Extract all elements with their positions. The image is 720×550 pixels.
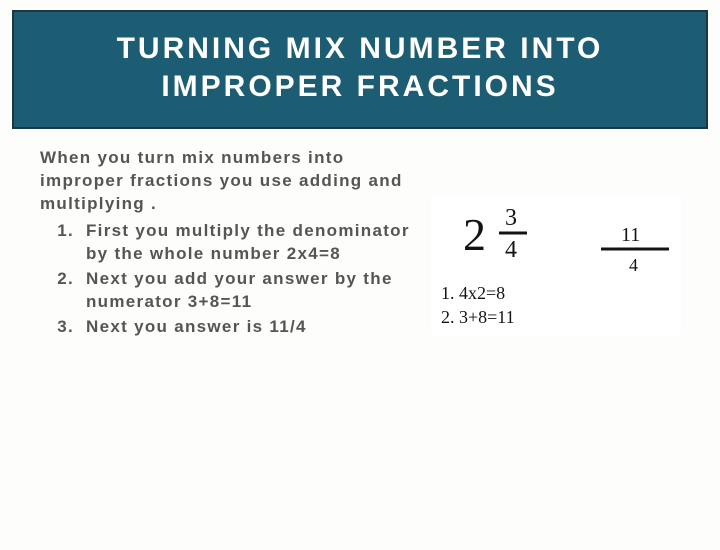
steps-list: First you multiply the denominator by th… bbox=[40, 220, 420, 339]
handwritten-example-icon: 2 3 4 11 4 1. 4x2=8 2. 3+8=11 bbox=[431, 195, 681, 335]
content-area: When you turn mix numbers into improper … bbox=[0, 129, 720, 341]
svg-text:2. 3+8=11: 2. 3+8=11 bbox=[441, 307, 515, 327]
text-column: When you turn mix numbers into improper … bbox=[40, 147, 420, 341]
image-column: 2 3 4 11 4 1. 4x2=8 2. 3+8=11 bbox=[420, 147, 692, 341]
svg-text:11: 11 bbox=[621, 224, 640, 246]
svg-text:1. 4x2=8: 1. 4x2=8 bbox=[441, 283, 505, 303]
svg-text:4: 4 bbox=[629, 255, 638, 275]
list-item: Next you answer is 11/4 bbox=[80, 316, 420, 339]
list-item: Next you add your answer by the numerato… bbox=[80, 268, 420, 314]
intro-text: When you turn mix numbers into improper … bbox=[40, 147, 420, 216]
svg-text:3: 3 bbox=[505, 205, 517, 231]
svg-text:4: 4 bbox=[505, 237, 517, 263]
list-item: First you multiply the denominator by th… bbox=[80, 220, 420, 266]
svg-text:2: 2 bbox=[463, 209, 486, 260]
slide-title: TURNING MIX NUMBER INTO IMPROPER FRACTIO… bbox=[12, 10, 708, 129]
